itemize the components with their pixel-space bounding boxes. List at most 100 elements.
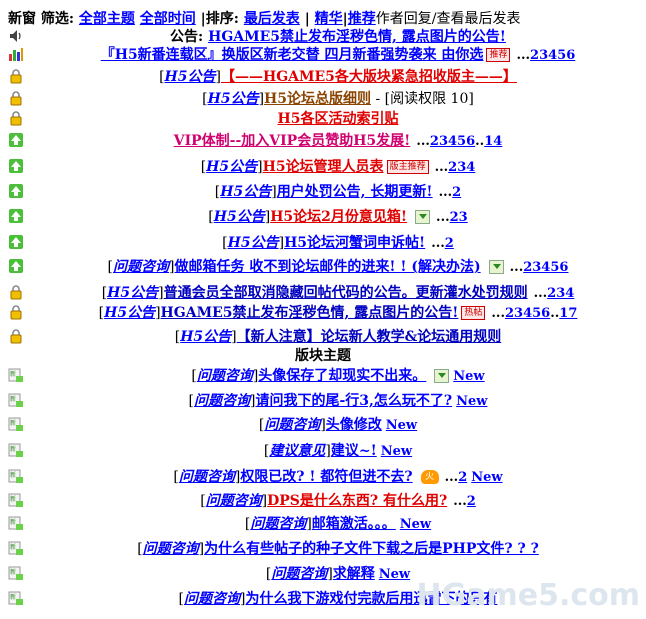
thread-row: 新 [问题咨询]头像修改 New xyxy=(8,417,418,433)
thread-title-link[interactable]: 权限已改? ! 都符但进不去? xyxy=(240,469,412,485)
thread-title-link[interactable]: HGAME5禁止发布淫秽色情, 露点图片的公告! xyxy=(161,305,459,321)
page-link[interactable]: 23456 xyxy=(523,260,568,275)
thread-category-link[interactable]: 问题咨询 xyxy=(197,368,253,384)
page-link[interactable]: 23 xyxy=(450,210,468,225)
thread-category-link[interactable]: 问题咨询 xyxy=(264,417,320,433)
page-link[interactable]: 14 xyxy=(484,134,502,149)
legend-text: 作者回复/查看最后发表 xyxy=(375,11,521,27)
lock-icon xyxy=(10,111,22,126)
thread-category-link[interactable]: 问题咨询 xyxy=(194,393,250,409)
thread-title-link[interactable]: 头像保存了却现实不出来。 xyxy=(258,368,426,384)
sticky-thread-row: VIP体制--加入VIP会员赞助H5发展! ...23456..14 xyxy=(0,130,646,152)
page-link[interactable]: 2 xyxy=(458,470,467,485)
thread-category-link[interactable]: H5公告 xyxy=(228,235,279,251)
lock-icon xyxy=(10,91,22,106)
svg-text:新: 新 xyxy=(10,518,16,526)
thread-title-link[interactable]: H5各区活动索引贴 xyxy=(278,111,399,127)
thread-category-link[interactable]: 建议意见 xyxy=(269,443,325,459)
page-link[interactable]: 234 xyxy=(547,286,574,301)
lock-icon xyxy=(10,305,22,320)
new-badge-link[interactable]: New xyxy=(456,394,487,409)
thread-title-link[interactable]: 普通会员全部取消隐藏回帖代码的公告。更新灌水处罚规则 xyxy=(164,285,528,301)
new-badge-link[interactable]: New xyxy=(386,418,417,433)
thread-row: 新 [问题咨询]DPS是什么东西? 有什么用? ...2 xyxy=(8,493,476,509)
page-link[interactable]: 23456 xyxy=(430,134,475,149)
hot-fire-icon: 火 xyxy=(420,470,439,484)
thread-title-link[interactable]: 【新人注意】论坛新人教学&论坛通用规则 xyxy=(237,329,502,345)
filter-digest-link[interactable]: 精华 xyxy=(315,11,343,27)
sticky-thread-row: [问题咨询]做邮箱任务 收不到论坛邮件的进来! ! (解决办法) ...23456 xyxy=(0,256,646,278)
page-link[interactable]: 234 xyxy=(448,160,475,175)
new-badge-link[interactable]: New xyxy=(400,517,431,532)
site-watermark: HGame5.com xyxy=(416,578,640,613)
thread-category-link[interactable]: 问题咨询 xyxy=(143,541,199,557)
filter-all-time-link[interactable]: 全部时间 xyxy=(140,11,196,27)
page-link[interactable]: 2 xyxy=(445,236,454,251)
thread-category-link[interactable]: 问题咨询 xyxy=(271,566,327,582)
thread-category-link[interactable]: H5公告 xyxy=(165,69,216,85)
thread-category-link[interactable]: 问题咨询 xyxy=(184,591,240,607)
thread-category-link[interactable]: H5公告 xyxy=(104,305,155,321)
page-links: ...234 xyxy=(533,286,575,301)
new-badge-link[interactable]: New xyxy=(453,369,484,384)
thread-category-link[interactable]: H5公告 xyxy=(220,184,271,200)
filter-recommend-link[interactable]: 推荐 xyxy=(348,11,376,27)
thread-title-link[interactable]: DPS是什么东西? 有什么用? xyxy=(267,493,447,509)
announcement-label: 公告: xyxy=(170,29,204,45)
page-links: ...23456 xyxy=(509,260,569,275)
thread-title-link[interactable]: H5论坛河蟹词申诉帖! xyxy=(284,235,425,251)
page-link[interactable]: 23456 xyxy=(505,306,550,321)
attachment-icon xyxy=(415,210,431,224)
page-link[interactable]: 23456 xyxy=(530,48,575,63)
page-links: ...23456..14 xyxy=(416,134,503,149)
page-link[interactable]: 2 xyxy=(452,185,461,200)
thread-title-link[interactable]: 『H5新番连载区』换版区新老交替 四月新番强势袭来 由你选 xyxy=(101,47,484,63)
filter-all-topics-link[interactable]: 全部主题 xyxy=(79,11,135,27)
svg-text:新: 新 xyxy=(10,471,16,479)
thread-tag-badge: 热帖 xyxy=(461,306,486,320)
thread-title-link[interactable]: VIP体制--加入VIP会员赞助H5发展! xyxy=(174,133,411,149)
thread-title-link[interactable]: H5论坛2月份意见箱! xyxy=(270,209,407,225)
page-link[interactable]: 2 xyxy=(467,494,476,509)
new-topic-icon: 新 xyxy=(8,443,23,457)
section-title: 版块主题 xyxy=(295,348,351,364)
thread-title-link[interactable]: 为什么有些帖子的种子文件下载之后是PHP文件? ? ? xyxy=(204,541,539,557)
thread-row: 新 [问题咨询]请问我下的尾-行3,怎么玩不了? New xyxy=(8,393,488,409)
thread-tag-badge: 推荐 xyxy=(486,48,511,62)
thread-title-link[interactable]: 做邮箱任务 收不到论坛邮件的进来! ! (解决办法) xyxy=(174,259,480,275)
thread-title-link[interactable]: H5论坛管理人员表 xyxy=(263,159,384,175)
svg-text:新: 新 xyxy=(10,495,16,503)
attachment-icon xyxy=(434,369,450,383)
thread-category-link[interactable]: 问题咨询 xyxy=(179,469,235,485)
thread-category-link[interactable]: 问题咨询 xyxy=(206,493,262,509)
thread-row: 新 [问题咨询]权限已改? ! 都符但进不去? 火 ...2 New xyxy=(8,469,503,485)
thread-category-link[interactable]: H5公告 xyxy=(107,285,158,301)
new-window-label[interactable]: 新窗 xyxy=(8,11,36,27)
thread-title-link[interactable]: 邮箱激活。。。 xyxy=(312,516,396,532)
thread-category-link[interactable]: H5公告 xyxy=(206,159,257,175)
page-links: ...234 xyxy=(434,160,476,175)
svg-text:新: 新 xyxy=(10,568,16,576)
announcement-link[interactable]: HGAME5禁止发布淫秽色情, 露点图片的公告! xyxy=(208,29,506,45)
thread-category-link[interactable]: 问题咨询 xyxy=(250,516,306,532)
sort-last-post-link[interactable]: 最后发表 xyxy=(244,11,300,27)
new-badge-link[interactable]: New xyxy=(379,567,410,582)
thread-title-link[interactable]: 用户处罚公告, 长期更新! xyxy=(277,184,433,200)
thread-title-link[interactable]: 建议~! xyxy=(331,443,377,459)
thread-title-link[interactable]: 头像修改 xyxy=(326,417,382,433)
thread-title-link[interactable]: 求解释 xyxy=(333,566,375,582)
thread-title-link[interactable]: 请问我下的尾-行3,怎么玩不了? xyxy=(255,393,452,409)
thread-category-link[interactable]: 问题咨询 xyxy=(113,259,169,275)
thread-category-link[interactable]: H5公告 xyxy=(180,329,231,345)
new-badge-link[interactable]: New xyxy=(381,444,412,459)
page-link[interactable]: 17 xyxy=(559,306,577,321)
sticky-thread-row: 『H5新番连载区』换版区新老交替 四月新番强势袭来 由你选 推荐 ...23456 xyxy=(0,44,646,66)
page-links: ...2 xyxy=(438,185,462,200)
thread-category-link[interactable]: H5公告 xyxy=(208,91,259,107)
thread-title-link[interactable]: H5论坛总版细则 xyxy=(264,91,371,107)
thread-title-link[interactable]: 【——HGAME5各大版块紧急招收版主——】 xyxy=(221,69,517,85)
thread-category-link[interactable]: H5公告 xyxy=(214,209,265,225)
up-arrow-icon xyxy=(9,159,23,173)
new-badge-link[interactable]: New xyxy=(471,470,502,485)
new-topic-icon: 新 xyxy=(8,591,23,605)
